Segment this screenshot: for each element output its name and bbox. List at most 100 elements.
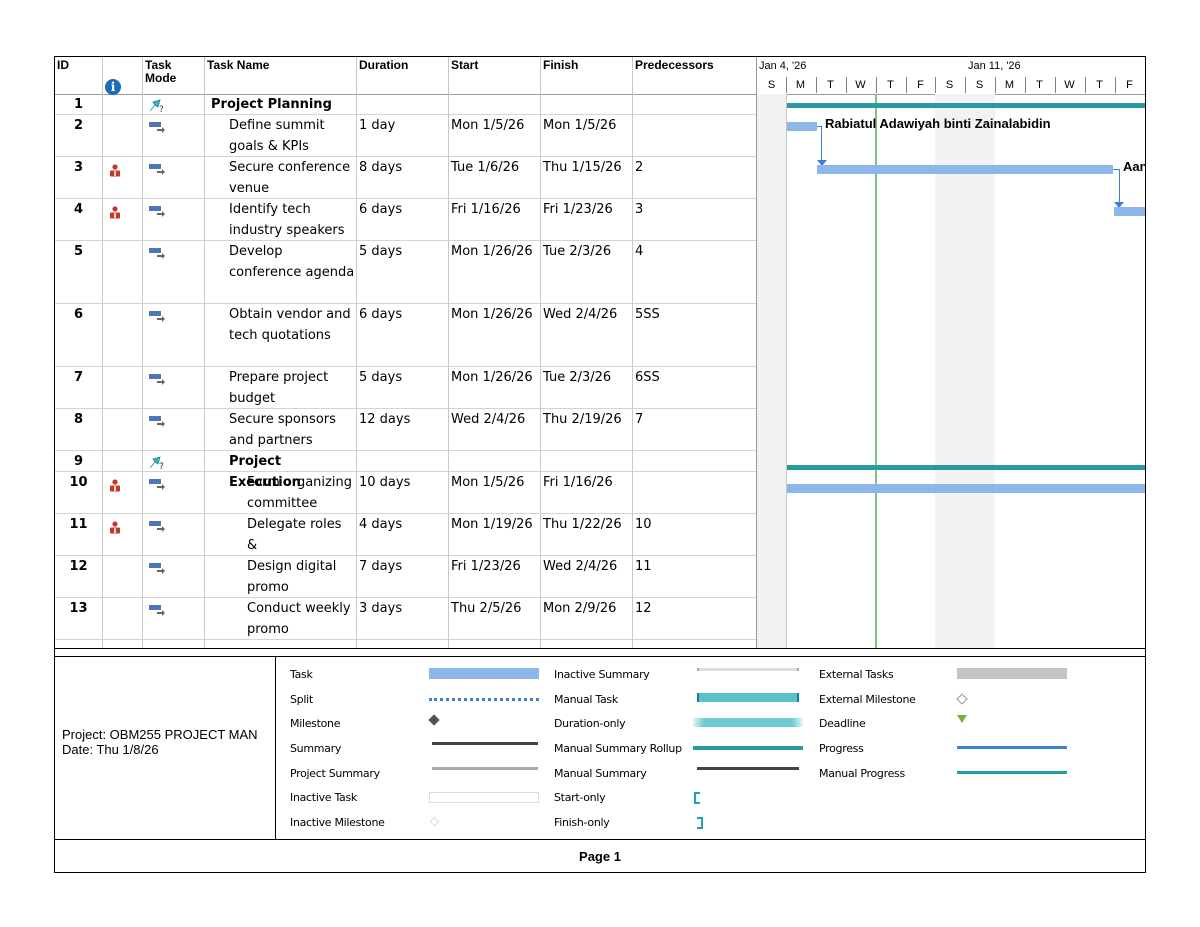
summary-bar-project-execution[interactable]: [787, 465, 1145, 470]
task-finish[interactable]: Fri 1/23/26: [541, 199, 633, 220]
resource-label: Aan: [1123, 159, 1145, 174]
task-bar-identify-speakers[interactable]: [1114, 207, 1145, 216]
task-name[interactable]: Secure sponsors and partners: [227, 409, 357, 451]
task-name[interactable]: Develop conference agenda: [227, 241, 357, 283]
info-icon[interactable]: i: [105, 79, 121, 95]
task-bar-form-committee[interactable]: [787, 484, 1145, 493]
task-predecessors[interactable]: 11: [633, 556, 757, 577]
task-finish[interactable]: Tue 2/3/26: [541, 367, 633, 388]
table-row[interactable]: 4 Identify tech industry speakers 6 days Fr…: [55, 199, 757, 241]
resource-person-icon[interactable]: [109, 204, 121, 219]
table-row[interactable]: 9? Project Execution: [55, 451, 757, 490]
task-predecessors[interactable]: 10: [633, 514, 757, 535]
task-duration[interactable]: 7 days: [357, 556, 449, 577]
task-finish[interactable]: Thu 2/19/26: [541, 409, 633, 430]
task-start[interactable]: Fri 1/16/26: [449, 199, 541, 220]
task-duration[interactable]: 5 days: [357, 241, 449, 262]
table-row[interactable]: 8 Secure sponsors and partners 12 days Wed …: [55, 409, 757, 451]
task-duration[interactable]: 8 days: [357, 157, 449, 178]
task-start[interactable]: Mon 1/26/26: [449, 304, 541, 325]
task-bar-secure-venue[interactable]: [817, 165, 1113, 174]
task-name[interactable]: Design digital promo: [245, 556, 357, 598]
header-task-mode[interactable]: Task Mode: [143, 57, 205, 94]
task-name[interactable]: Conduct weekly promo: [245, 598, 357, 640]
table-row[interactable]: 3 Secure conference venue 8 days Tue 1/6/26…: [55, 157, 757, 199]
task-duration[interactable]: 6 days: [357, 199, 449, 220]
task-finish[interactable]: Mon 2/9/26: [541, 598, 633, 619]
task-name[interactable]: Form organizing committee: [245, 472, 357, 514]
task-predecessors[interactable]: 2: [633, 157, 757, 178]
task-name[interactable]: Prepare project budget: [227, 367, 357, 409]
task-predecessors[interactable]: 3: [633, 199, 757, 220]
resource-person-icon[interactable]: [109, 519, 121, 534]
task-duration[interactable]: 4 days: [357, 514, 449, 535]
task-duration[interactable]: 3 days: [357, 598, 449, 619]
task-duration[interactable]: 6 days: [357, 304, 449, 325]
resource-person-icon[interactable]: [109, 477, 121, 492]
table-row[interactable]: 1? Project Planning: [55, 94, 757, 115]
auto-schedule-icon[interactable]: [148, 308, 166, 322]
task-start[interactable]: Mon 1/5/26: [449, 115, 541, 136]
resource-person-icon[interactable]: [109, 162, 121, 177]
task-start[interactable]: Mon 1/26/26: [449, 367, 541, 388]
header-start[interactable]: Start: [449, 57, 541, 94]
task-name[interactable]: Project Planning: [209, 94, 357, 115]
header-predecessors[interactable]: Predecessors: [633, 57, 757, 94]
task-start[interactable]: Fri 1/23/26: [449, 556, 541, 577]
manual-schedule-pin-icon[interactable]: ?: [148, 98, 166, 115]
task-start[interactable]: Wed 2/4/26: [449, 409, 541, 430]
task-finish[interactable]: Mon 1/5/26: [541, 115, 633, 136]
task-name[interactable]: Identify tech industry speakers: [227, 199, 357, 241]
header-finish[interactable]: Finish: [541, 57, 633, 94]
summary-bar-project-planning[interactable]: [787, 103, 1145, 108]
task-start[interactable]: Tue 1/6/26: [449, 157, 541, 178]
auto-schedule-icon[interactable]: [148, 476, 166, 490]
auto-schedule-icon[interactable]: [148, 245, 166, 259]
task-start[interactable]: Mon 1/19/26: [449, 514, 541, 535]
task-finish[interactable]: Thu 1/22/26: [541, 514, 633, 535]
task-duration[interactable]: 1 day: [357, 115, 449, 136]
auto-schedule-icon[interactable]: [148, 119, 166, 133]
task-name[interactable]: Secure conference venue: [227, 157, 357, 199]
auto-schedule-icon[interactable]: [148, 560, 166, 574]
task-finish[interactable]: Wed 2/4/26: [541, 556, 633, 577]
task-name[interactable]: Define summit goals & KPIs: [227, 115, 357, 157]
auto-schedule-icon[interactable]: [148, 518, 166, 532]
task-duration[interactable]: 12 days: [357, 409, 449, 430]
task-duration[interactable]: 10 days: [357, 472, 449, 493]
task-name[interactable]: Delegate roles &: [245, 514, 357, 556]
gantt-chart[interactable]: Jan 4, '26 Jan 11, '26 S M T W T F S S M T W T F Rab…: [757, 57, 1145, 648]
table-row[interactable]: 11 Delegate roles & 4 days Mon 1/19/26 Thu 1…: [55, 514, 757, 556]
table-row[interactable]: 6 Obtain vendor and tech quotations 6 days…: [55, 304, 757, 367]
header-id[interactable]: ID: [55, 57, 102, 94]
table-row[interactable]: 12 Design digital promo 7 days Fri 1/23/26 W…: [55, 556, 757, 598]
task-predecessors[interactable]: 7: [633, 409, 757, 430]
task-predecessors[interactable]: 4: [633, 241, 757, 262]
task-predecessors[interactable]: 12: [633, 598, 757, 619]
header-duration[interactable]: Duration: [357, 57, 449, 94]
task-start[interactable]: Mon 1/26/26: [449, 241, 541, 262]
auto-schedule-icon[interactable]: [148, 203, 166, 217]
table-row[interactable]: 13 Conduct weekly promo 3 days Thu 2/5/26 Mo…: [55, 598, 757, 640]
task-finish[interactable]: Wed 2/4/26: [541, 304, 633, 325]
task-finish[interactable]: Thu 1/15/26: [541, 157, 633, 178]
manual-schedule-pin-icon[interactable]: ?: [148, 455, 166, 472]
header-task-name[interactable]: Task Name: [205, 57, 357, 94]
task-finish[interactable]: Tue 2/3/26: [541, 241, 633, 262]
table-row[interactable]: 5 Develop conference agenda 5 days Mon 1/26…: [55, 241, 757, 304]
task-bar-define-goals[interactable]: [787, 122, 817, 131]
auto-schedule-icon[interactable]: [148, 602, 166, 616]
task-start[interactable]: Thu 2/5/26: [449, 598, 541, 619]
table-row[interactable]: 2 Define summit goals & KPIs 1 day Mon 1/5/…: [55, 115, 757, 157]
task-predecessors[interactable]: 6SS: [633, 367, 757, 388]
table-row[interactable]: 10 Form organizing committee 10 days Mon 1/…: [55, 472, 757, 514]
task-start[interactable]: Mon 1/5/26: [449, 472, 541, 493]
table-row[interactable]: 7 Prepare project budget 5 days Mon 1/26/26…: [55, 367, 757, 409]
task-name[interactable]: Obtain vendor and tech quotations: [227, 304, 357, 346]
auto-schedule-icon[interactable]: [148, 161, 166, 175]
auto-schedule-icon[interactable]: [148, 413, 166, 427]
auto-schedule-icon[interactable]: [148, 371, 166, 385]
task-duration[interactable]: 5 days: [357, 367, 449, 388]
task-finish[interactable]: Fri 1/16/26: [541, 472, 633, 493]
task-predecessors[interactable]: 5SS: [633, 304, 757, 325]
